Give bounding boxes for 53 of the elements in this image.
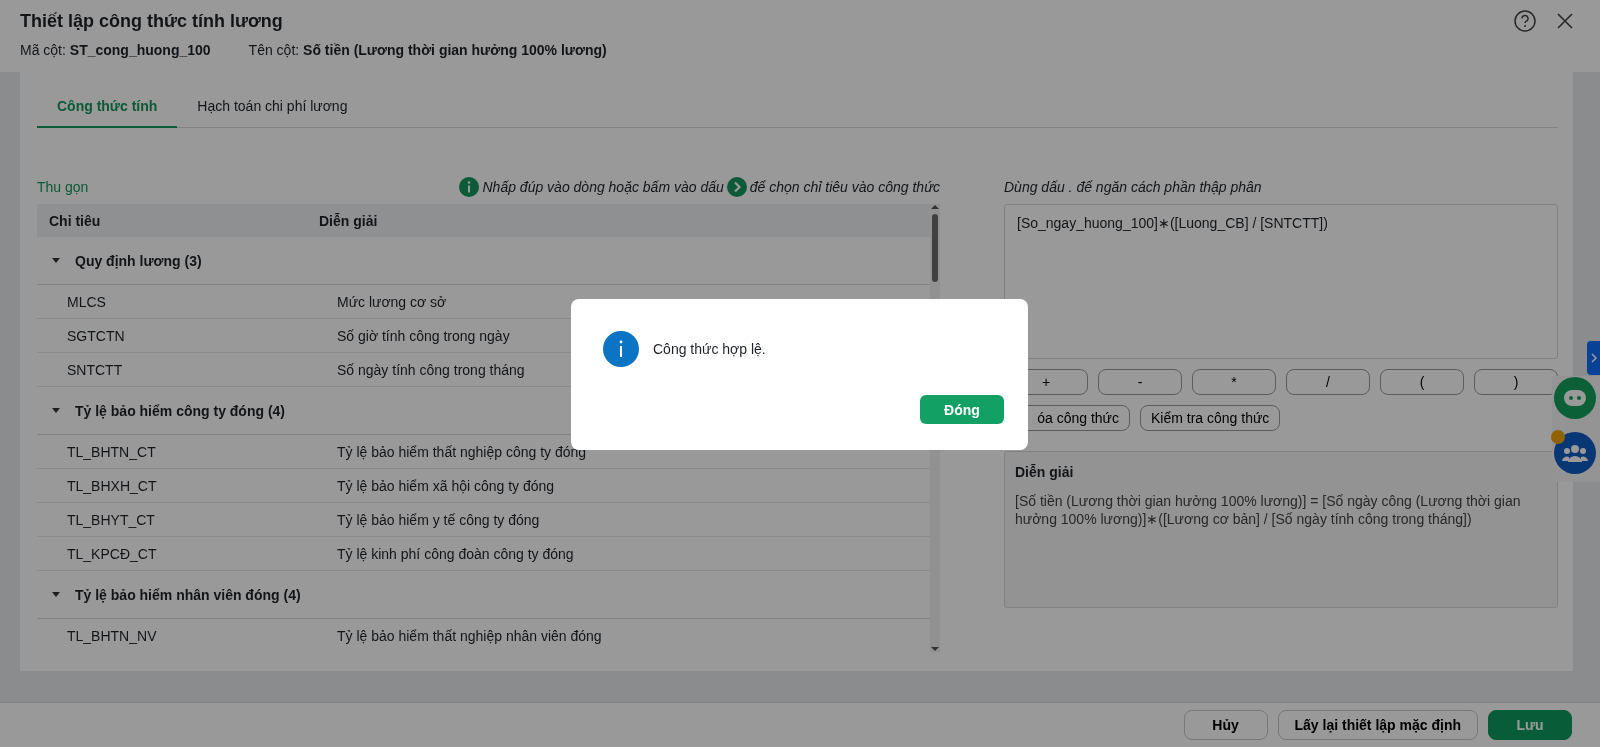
table-cell-text: TL_KPCĐ_CT <box>66 545 158 562</box>
side-panel-tab[interactable] <box>1587 341 1600 375</box>
footer-button[interactable]: Lấy lại thiết lập mặc định <box>1277 710 1478 740</box>
scrollbar-thumb[interactable] <box>932 214 938 282</box>
dialog-message: Công thức hợp lệ. <box>653 341 766 357</box>
column-header: Chỉ tiêu <box>48 212 102 229</box>
table-cell-text: Tỷ lệ bảo hiểm thất nghiệp công ty đóng <box>336 443 588 460</box>
footer-button[interactable]: Hủy <box>1183 710 1268 740</box>
notification-dot <box>1551 430 1565 444</box>
table-cell-text: Tỷ lệ bảo hiểm xã hội công ty đóng <box>336 477 556 494</box>
column-header: Diễn giải <box>318 212 379 229</box>
table-cell-text: Số ngày tính công trong tháng <box>336 361 526 378</box>
hint-text: để chọn chỉ tiêu vào công thức <box>749 179 940 195</box>
formula-action-button[interactable]: Kiểm tra công thức <box>1140 405 1281 431</box>
table-cell-text: TL_BHTN_NV <box>66 627 158 644</box>
table-cell-text: SNTCTT <box>66 361 124 378</box>
close-icon[interactable] <box>1556 12 1574 30</box>
column-info: Tên cột: Số tiền (Lương thời gian hưởng 100% lương) <box>248 42 607 58</box>
people-icon[interactable] <box>1554 432 1596 474</box>
operator-button[interactable]: - <box>1098 369 1182 395</box>
operator-button[interactable]: ) <box>1474 369 1558 395</box>
table-cell-text: MLCS <box>66 293 107 310</box>
table-cell-text: Tỷ lệ bảo hiểm y tế công ty đóng <box>336 511 541 528</box>
table-cell-text: Tỷ lệ kinh phí công đoàn công ty đóng <box>336 545 575 562</box>
table-cell-text: Số giờ tính công trong ngày <box>336 327 511 344</box>
operator-button[interactable]: / <box>1286 369 1370 395</box>
table-cell-text: Tỷ lệ bảo hiểm thất nghiệp nhân viên đóng <box>336 627 603 644</box>
operator-button[interactable]: * <box>1192 369 1276 395</box>
scroll-down-icon[interactable] <box>931 646 939 652</box>
table-cell-text: SGTCTN <box>66 327 126 344</box>
help-icon[interactable] <box>1514 10 1536 32</box>
explanation-text: [Số tiền (Lương thời gian hưởng 100% lương)] = [Số ngày công (Lương thời gian hưởng 100% lương)]∗([Lương cơ bản] / [Số ngày tính công trong tháng]) <box>1015 492 1522 528</box>
chevron-right-icon[interactable] <box>1589 353 1598 363</box>
chevron-right-icon <box>726 177 747 197</box>
info-icon <box>459 177 480 197</box>
operator-button[interactable]: ( <box>1380 369 1464 395</box>
column-info: Mã cột: ST_cong_huong_100 <box>20 42 211 58</box>
chat-bubble-icon[interactable] <box>1554 377 1596 419</box>
dialog-title: Thiết lập công thức tính lương <box>20 10 283 32</box>
hint-text: Nhấp đúp vào dòng hoặc bấm vào dấu <box>482 179 724 195</box>
table-cell-text: Mức lương cơ sở <box>336 293 448 310</box>
formula-field[interactable]: [So_ngay_huong_100]∗([Luong_CB] / [SNTCTT]) <box>1004 204 1558 359</box>
group-label[interactable]: Tỷ lệ bảo hiểm công ty đóng (4) <box>75 402 285 419</box>
info-icon <box>603 331 639 367</box>
group-label[interactable]: Tỷ lệ bảo hiểm nhân viên đóng (4) <box>75 586 301 603</box>
explanation-title: Diễn giải <box>1015 464 1075 480</box>
table-cell-text: TL_BHYT_CT <box>66 511 156 528</box>
table-cell-text: TL_BHTN_CT <box>66 443 157 460</box>
tab[interactable]: Hạch toán chi phí lương <box>177 90 368 128</box>
table-cell-text: TL_BHXH_CT <box>66 477 158 494</box>
scroll-up-icon[interactable] <box>931 204 939 210</box>
decimal-hint: Dùng dấu . để ngăn cách phần thập phân <box>1004 178 1263 197</box>
group-label[interactable]: Quy định lương (3) <box>75 252 202 269</box>
